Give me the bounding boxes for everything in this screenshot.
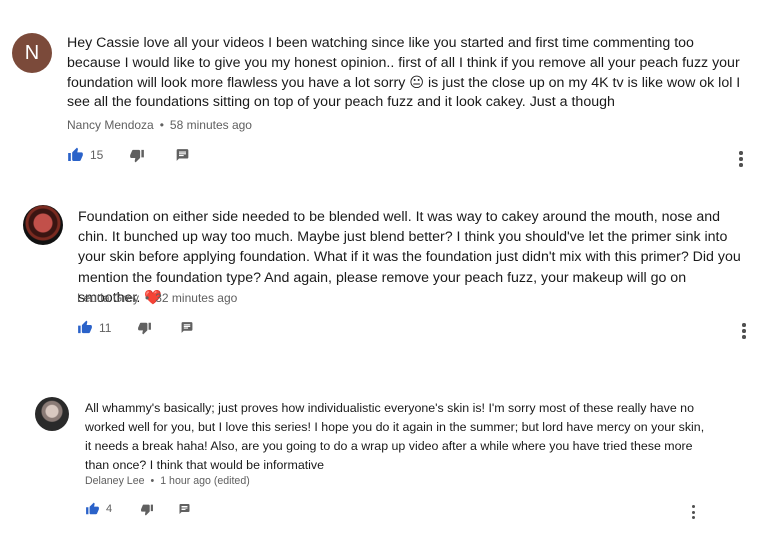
avatar-leutia[interactable] [23,205,63,245]
dislike-button[interactable] [137,321,152,335]
comment-actions: 15 [67,147,190,163]
comment-actions: 11 [77,320,194,335]
avatar-letter: N [24,41,40,64]
reply-button[interactable] [178,503,191,515]
dislike-button[interactable] [140,503,154,516]
comment-time[interactable]: 32 minutes ago [155,291,237,305]
dislike-button[interactable] [129,148,145,163]
comment-meta: Delaney Lee • 1 hour ago (edited) [85,475,250,487]
comment-1: N Hey Cassie love all your videos I been… [0,0,768,180]
comment-2: Foundation on either side needed to be b… [0,180,768,360]
meta-separator: • [159,118,164,132]
author-name[interactable]: Delaney Lee [85,475,145,487]
comment-meta: Leutia Grey • 32 minutes ago [77,291,237,305]
meta-separator: • [145,291,150,305]
avatar-delaney[interactable] [35,397,69,431]
like-count: 15 [90,148,104,162]
comment-text-body: All whammy's basically; just proves how … [85,401,705,472]
thumb-up-icon [78,320,92,334]
comment-text: Hey Cassie love all your videos I been w… [67,34,745,113]
more-vert-icon[interactable] [739,150,743,168]
like-button[interactable]: 11 [77,320,111,335]
thumb-down-icon [130,149,145,162]
reply-icon [182,322,193,333]
comment-time[interactable]: 1 hour ago (edited) [160,475,250,487]
author-name[interactable]: Nancy Mendoza [67,118,154,132]
avatar-nancy[interactable]: N [12,33,52,73]
thumb-down-icon [141,504,154,515]
reply-button[interactable] [175,148,190,162]
comment-3: All whammy's basically; just proves how … [0,380,768,548]
like-count: 11 [99,320,112,335]
thumb-up-icon [86,502,99,515]
comment-text: All whammy's basically; just proves how … [85,399,705,475]
like-count: 4 [106,503,113,515]
comment-actions: 4 [85,502,191,516]
reply-icon [179,504,190,514]
reply-button[interactable] [180,321,194,334]
like-button[interactable]: 4 [85,502,112,516]
meta-separator: • [150,475,155,487]
comment-meta: Nancy Mendoza • 58 minutes ago [67,118,252,132]
more-vert-icon[interactable] [742,322,746,340]
comment-time[interactable]: 58 minutes ago [170,118,252,132]
like-button[interactable]: 15 [67,147,103,163]
author-name[interactable]: Leutia Grey [77,291,139,305]
neutral-face-emoji-icon: 😐 [409,74,425,91]
thumb-up-icon [68,147,83,161]
more-vert-icon[interactable] [692,504,695,521]
thumb-down-icon [138,322,152,334]
reply-icon [177,149,189,161]
